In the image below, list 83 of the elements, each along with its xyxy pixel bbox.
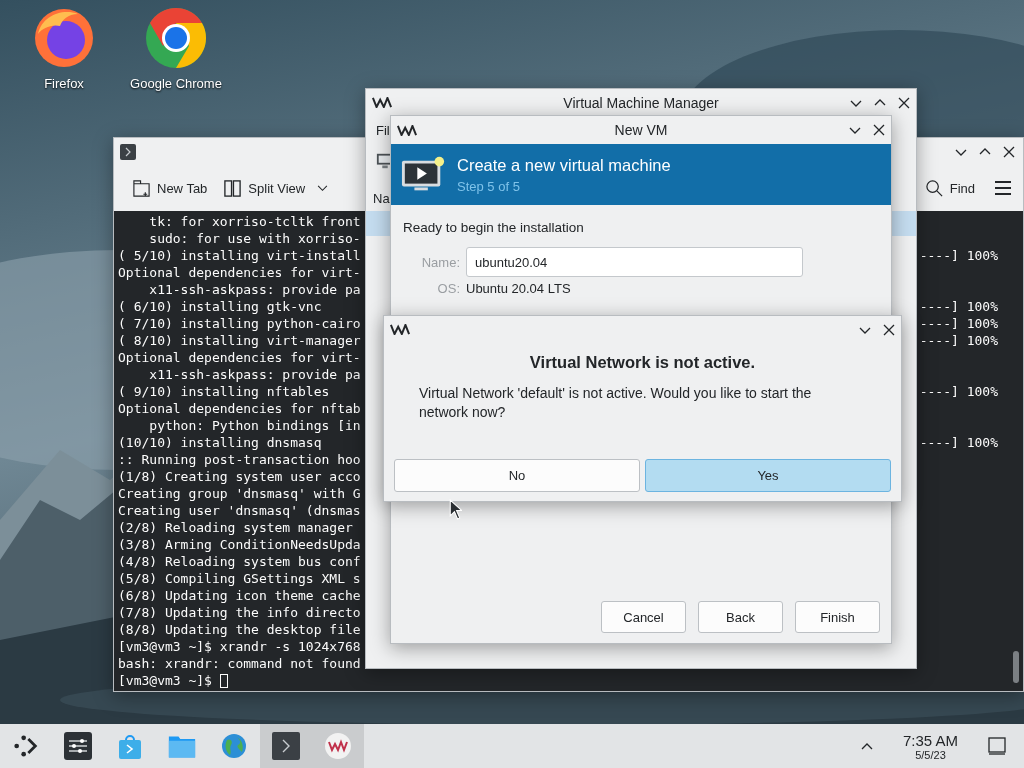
terminal-line: ( 7/10) installing python-cairo <box>118 316 361 331</box>
wizard-button[interactable]: Finish <box>795 601 880 633</box>
terminal-line: (10/10) installing dnsmasq <box>118 435 322 450</box>
terminal-line: (8/8) Updating the desktop file <box>118 622 361 637</box>
window-title: New VM <box>614 122 668 138</box>
terminal-line: Creating group 'dnsmasq' with G <box>118 486 361 501</box>
terminal-line: (3/8) Arming ConditionNeedsUpda <box>118 537 361 552</box>
progress-text: ----] 100% <box>919 435 998 450</box>
terminal-line: bash: xrandr: command not found <box>118 656 361 671</box>
terminal-line: [vm3@vm3 ~]$ xrandr -s 1024x768 <box>118 639 361 654</box>
icon-label[interactable]: Google Chrome <box>130 76 222 91</box>
terminal-line: (7/8) Updating the info directo <box>118 605 361 620</box>
close-icon[interactable] <box>873 124 885 136</box>
terminal-line: x11-ssh-askpass: provide pa <box>148 367 361 382</box>
caret-up-icon[interactable] <box>860 742 873 750</box>
mouse-pointer-icon <box>449 499 462 520</box>
column-header[interactable]: Na <box>373 191 390 206</box>
logo-icon[interactable] <box>324 732 352 760</box>
window-title: Virtual Machine Manager <box>563 94 719 111</box>
terminal-line: (2/8) Reloading system manager <box>118 520 353 535</box>
new-tab-icon <box>132 178 151 198</box>
logo-icon <box>390 324 410 335</box>
terminal-icon[interactable] <box>272 732 300 760</box>
wizard-button[interactable]: Back <box>698 601 783 633</box>
intro-text: Ready to begin the installation <box>403 220 584 235</box>
close-icon[interactable] <box>1003 145 1015 158</box>
close-icon[interactable] <box>883 323 895 336</box>
show-desktop-icon[interactable] <box>988 737 1006 755</box>
dialog-message: Virtual Network 'default' is not active. Would you like to start the network now? <box>419 384 813 422</box>
default-button[interactable]: Yes <box>645 459 891 492</box>
terminal-line: tk: for xorriso-tcltk front <box>148 214 361 229</box>
progress-text: ----] 100% <box>919 316 998 331</box>
progress-text: ----] 100% <box>919 384 998 399</box>
terminal-line: (4/8) Reloading system bus conf <box>118 554 361 569</box>
logo-icon <box>372 97 392 108</box>
clock-time[interactable]: 7:35 AM <box>902 731 958 749</box>
terminal-line: (6/8) Updating icon theme cache <box>118 588 361 603</box>
field-label: Name: <box>420 254 460 270</box>
terminal-icon <box>120 143 136 160</box>
terminal-line: python: Python bindings [in <box>148 418 361 433</box>
split-view-button[interactable]: Split View <box>221 174 308 202</box>
progress-text: ----] 100% <box>919 333 998 348</box>
find-button[interactable]: Find <box>922 174 977 202</box>
terminal-line: Optional dependencies for virt- <box>118 350 361 365</box>
close-icon[interactable] <box>898 96 910 109</box>
text-cursor <box>219 673 228 688</box>
terminal-line: x11-ssh-askpass: provide pa <box>148 282 361 297</box>
terminal-line: (1/8) Creating system user acco <box>118 469 361 484</box>
terminal-line: ( 8/10) installing virt-manager <box>118 333 361 348</box>
menu-item[interactable]: Fil <box>376 123 390 138</box>
globe-icon[interactable] <box>220 732 248 760</box>
dialog-title: Virtual Network is not active. <box>529 353 756 372</box>
step-indicator: Step 5 of 5 <box>457 178 521 194</box>
scrollbar-thumb[interactable] <box>1013 651 1019 683</box>
progress-text: ----] 100% <box>919 299 998 314</box>
terminal-line: ( 9/10) installing nftables <box>118 384 330 399</box>
new-tab-button[interactable]: New Tab <box>130 174 210 202</box>
field-value: Ubuntu 20.04 LTS <box>466 281 571 296</box>
logo-icon <box>397 124 417 136</box>
terminal-line: sudo: for use with xorriso- <box>148 231 361 246</box>
split-view-icon <box>223 178 243 198</box>
name-field[interactable]: ubuntu20.04 <box>466 247 803 277</box>
terminal-line: Creating user 'dnsmasq' (dnsmas <box>118 503 361 518</box>
terminal-line: (5/8) Compiling GSettings XML s <box>118 571 361 586</box>
wizard-button[interactable]: Cancel <box>601 601 686 633</box>
terminal-line: ( 6/10) installing gtk-vnc <box>118 299 322 314</box>
terminal-line: [vm3@vm3 ~]$ <box>118 673 212 688</box>
app-icon[interactable] <box>144 6 208 70</box>
progress-text: ----] 100% <box>919 248 998 263</box>
clock-date[interactable]: 5/5/23 <box>915 748 946 761</box>
terminal-line: Optional dependencies for nftab <box>118 401 361 416</box>
wizard-title: Create a new virtual machine <box>457 155 671 175</box>
menu-icon[interactable] <box>995 181 1011 195</box>
sliders-icon[interactable] <box>64 732 92 760</box>
caret-down-icon[interactable] <box>317 184 329 192</box>
terminal-line: Optional dependencies for virt- <box>118 265 361 280</box>
app-icon[interactable] <box>32 6 96 70</box>
field-label: OS: <box>436 281 460 296</box>
terminal-line: ( 5/10) installing virt-install <box>118 248 361 263</box>
search-icon <box>924 178 944 198</box>
terminal-line: :: Running post-transaction hoo <box>118 452 361 467</box>
dialog-button[interactable]: No <box>394 459 640 492</box>
icon-label[interactable]: Firefox <box>44 76 84 91</box>
